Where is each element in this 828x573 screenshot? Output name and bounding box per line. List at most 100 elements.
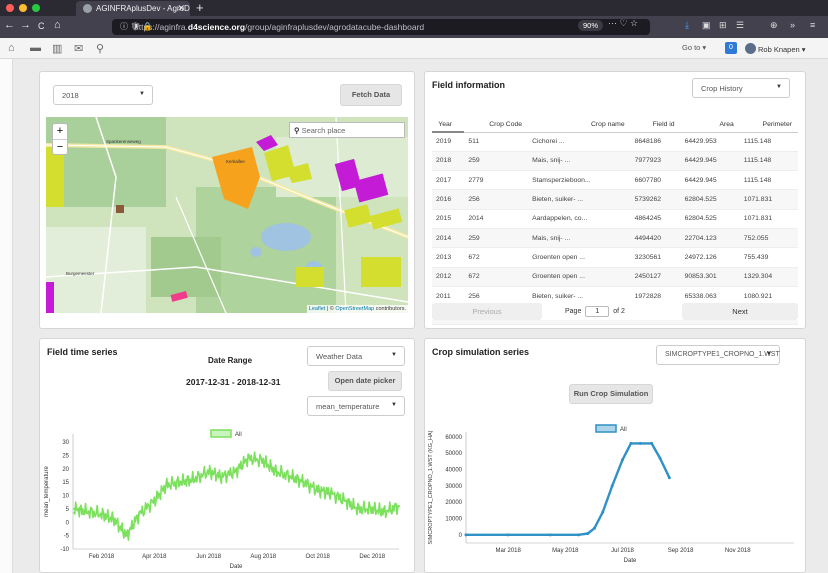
column-header[interactable]: Crop name [528, 117, 631, 133]
column-header[interactable]: Field id [630, 117, 681, 133]
crop-history-select[interactable]: Crop History ▼ [692, 78, 790, 98]
close-window-dot[interactable] [6, 4, 14, 12]
overflow-icon[interactable]: » [790, 20, 795, 30]
table-row[interactable]: 2016 256 Bieten, suiker- ... 5739262 62804.5… [432, 189, 798, 210]
next-page-button[interactable]: Next [682, 303, 798, 320]
crop-sim-title: Crop simulation series [432, 347, 530, 357]
y-tick-label: 30000 [445, 484, 462, 490]
forward-icon[interactable]: → [20, 19, 31, 31]
x-tick-label: Nov 2018 [725, 548, 751, 554]
osm-link[interactable]: OpenStreetMap [335, 306, 374, 312]
site-info-icon[interactable]: ⓘ 🛡 🔒 [120, 21, 153, 32]
variable-select[interactable]: mean_temperature ▼ [307, 396, 405, 416]
close-tab-icon[interactable]: ✕ [177, 3, 185, 14]
table-cell: 62804.525 [680, 189, 740, 210]
table-pager: Previous Page 1 of 2 Next [432, 302, 798, 320]
data-point [621, 458, 625, 462]
table-row[interactable]: 2017 2779 Stamsperzieboon... 6607780 64429.9… [432, 170, 798, 191]
map-zoom-control: + − [52, 123, 68, 155]
x-tick-label: Apr 2018 [142, 554, 167, 560]
data-point [234, 470, 237, 473]
year-select[interactable]: 2018 ▼ [53, 85, 153, 105]
data-point [207, 470, 210, 473]
user-menu[interactable]: Rob Knapen ▾ [745, 43, 806, 54]
y-tick-label: 0 [66, 520, 70, 526]
zoom-in-button[interactable]: + [53, 124, 67, 140]
notification-badge[interactable]: 0 [725, 42, 737, 54]
account-icon[interactable]: ⊕ [770, 20, 778, 31]
table-cell: Mais, snij- ... [528, 228, 631, 249]
data-point [610, 484, 614, 488]
minimize-window-dot[interactable] [19, 4, 27, 12]
home-icon[interactable]: ⌂ [54, 19, 61, 31]
folder-icon[interactable]: ▬ [30, 42, 41, 54]
data-point [113, 518, 116, 521]
legend-swatch [595, 424, 617, 433]
search-place-input[interactable]: ⚲ Search place [289, 122, 405, 138]
goto-menu[interactable]: Go to ▾ [682, 43, 706, 52]
table-row[interactable]: 2018 259 Mais, snij- ... 7977923 64429.945 11… [432, 151, 798, 172]
table-row[interactable]: 2019 511 Cichorei ... 8648186 64429.953 1115.… [432, 132, 798, 152]
new-tab-button[interactable]: + [196, 0, 204, 15]
x-tick-label: May 2018 [552, 548, 579, 554]
table-cell: 1071.831 [739, 209, 798, 229]
table-cell: 6607780 [630, 170, 681, 191]
table-cell: 3230561 [630, 247, 681, 268]
menu-icon[interactable]: ≡ [810, 20, 815, 30]
zoom-level[interactable]: 90% [578, 20, 604, 31]
table-cell: 511 [464, 132, 529, 152]
variable-value: mean_temperature [316, 402, 380, 411]
sidebar-icon[interactable]: ▣ [702, 20, 711, 31]
page-indicator: Page 1 of 2 [565, 306, 625, 317]
date-range-value: 2017-12-31 - 2018-12-31 [186, 377, 281, 387]
page-actions-icon[interactable]: ··· ♡ ☆ [608, 18, 638, 29]
previous-page-button[interactable]: Previous [432, 303, 542, 320]
books-icon[interactable]: ▥ [52, 42, 62, 55]
data-point [289, 475, 292, 478]
download-icon[interactable]: ⤓ [685, 20, 689, 31]
library-icon[interactable]: ☰ [736, 20, 744, 31]
y-axis-title: SIMCROPTYPE1_CROPNO_1.WST (KG_HA) [428, 430, 434, 544]
legend-swatch [210, 429, 232, 438]
table-row[interactable]: 2013 672 Groenten open ... 3230561 24972.126… [432, 247, 798, 268]
page-number-input[interactable]: 1 [585, 306, 610, 317]
y-tick-label: 50000 [445, 451, 462, 457]
fetch-data-button[interactable]: Fetch Data [340, 84, 402, 106]
weather-data-select[interactable]: Weather Data ▼ [307, 346, 405, 366]
zoom-out-button[interactable]: − [53, 140, 67, 155]
open-date-picker-button[interactable]: Open date picker [328, 371, 402, 391]
maximize-window-dot[interactable] [32, 4, 40, 12]
mail-icon[interactable]: ✉ [74, 42, 83, 55]
home-icon[interactable]: ⌂ [8, 42, 15, 54]
x-tick-label: Mar 2018 [495, 548, 521, 554]
field-map[interactable]: Spankerenseweg Kerkallee Burgemeester + … [46, 117, 408, 313]
table-cell: 259 [464, 151, 529, 172]
table-row[interactable]: 2012 672 Groenten open ... 2450127 90853.301… [432, 267, 798, 287]
table-cell: 2014 [464, 209, 529, 229]
series-line-all [466, 442, 671, 536]
table-row[interactable]: 2015 2014 Aardappelen, co... 4864245 62804.5… [432, 209, 798, 229]
column-header[interactable]: Year [432, 117, 465, 133]
table-row[interactable]: 2014 259 Mais, snij- ... 4494420 22704.123 75… [432, 228, 798, 249]
left-edge [0, 59, 13, 573]
table-cell: 672 [464, 247, 529, 268]
column-header[interactable]: Crop Code [464, 117, 529, 133]
extensions-icon[interactable]: ⊞ [719, 20, 727, 31]
data-point [165, 483, 168, 486]
back-icon[interactable]: ← [4, 19, 15, 31]
map-attribution: Leaflet | © OpenStreetMap contributors. [306, 305, 408, 313]
reload-icon[interactable]: C [38, 21, 45, 31]
table-cell: 755.439 [739, 247, 798, 268]
y-tick-label: 15 [62, 480, 69, 486]
browser-tab[interactable]: AGINFRAplusDev - AgroDataCu ✕ [76, 1, 190, 16]
url-bar[interactable]: ⓘ 🛡 🔒 https://aginfra.d4science.org/grou… [112, 19, 650, 35]
data-point [464, 533, 468, 537]
crop-sim-select[interactable]: SIMCROPTYPE1_CROPNO_1.WST ▼ [656, 345, 780, 365]
column-header[interactable]: Area [680, 117, 740, 133]
run-crop-simulation-button[interactable]: Run Crop Simulation [569, 384, 653, 404]
search-icon[interactable]: ⚲ [96, 42, 104, 55]
column-header[interactable]: Perimeter [739, 117, 798, 133]
leaflet-link[interactable]: Leaflet [309, 306, 326, 312]
data-point [601, 510, 605, 514]
table-cell: 62804.525 [680, 209, 740, 229]
